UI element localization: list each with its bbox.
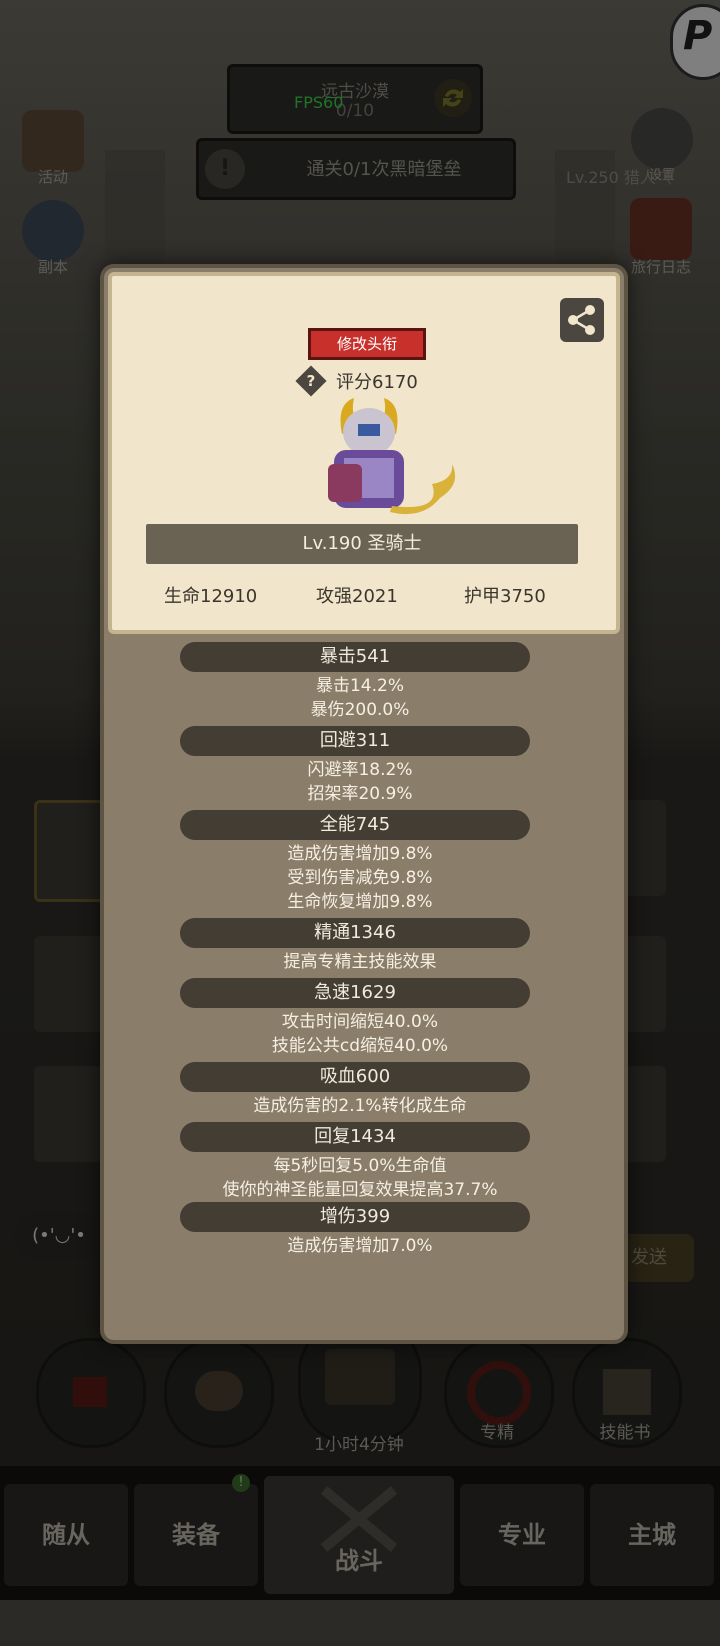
stat-line: 造成伤害增加9.8% — [287, 844, 433, 864]
stat-section-head: 回复1434 — [180, 1122, 530, 1152]
stat-line: 造成伤害的2.1%转化成生命 — [253, 1096, 467, 1116]
stat-line: 暴伤200.0% — [310, 700, 410, 720]
stat-line: 受到伤害减免9.8% — [287, 868, 433, 888]
help-icon[interactable]: ? — [295, 365, 327, 397]
score-row[interactable]: ? 评分6170 — [295, 365, 418, 397]
stat-line: 提高专精主技能效果 — [283, 952, 437, 972]
stat-line: 生命恢复增加9.8% — [287, 892, 433, 912]
stat-section-head: 精通1346 — [180, 918, 530, 948]
stat-line: 攻击时间缩短40.0% — [281, 1012, 438, 1032]
stat-line: 造成伤害增加7.0% — [287, 1236, 433, 1256]
share-button[interactable] — [560, 298, 604, 342]
score-value: 评分6170 — [336, 372, 418, 393]
level-class-bar: Lv.190 圣骑士 — [146, 524, 578, 564]
stat-line: 技能公共cd缩短40.0% — [271, 1036, 449, 1056]
stat-line: 招架率20.9% — [307, 784, 413, 804]
stat-section-head: 增伤399 — [180, 1202, 530, 1232]
stat-line: 闪避率18.2% — [307, 760, 413, 780]
stat-section-head: 急速1629 — [180, 978, 530, 1008]
stat-line: 使你的神圣能量回复效果提高37.7% — [222, 1180, 498, 1200]
stat-section-head: 全能745 — [180, 810, 530, 840]
stat-line: 暴击14.2% — [315, 676, 404, 696]
stat-hp: 生命12910 — [164, 586, 258, 607]
stat-section-head: 吸血600 — [180, 1062, 530, 1092]
share-icon — [568, 305, 595, 335]
paladin-avatar — [312, 394, 472, 522]
rename-title-button[interactable]: 修改头衔 — [308, 328, 426, 360]
stat-section-head: 暴击541 — [180, 642, 530, 672]
character-stats-panel: 修改头衔 ? 评分6170 Lv.190 圣骑士 生命12910 攻强2021 … — [100, 264, 628, 1344]
stat-armor: 护甲3750 — [464, 586, 546, 607]
stat-line: 每5秒回复5.0%生命值 — [273, 1156, 447, 1176]
stat-attack-power: 攻强2021 — [316, 586, 398, 607]
character-card: 修改头衔 ? 评分6170 Lv.190 圣骑士 生命12910 攻强2021 … — [108, 272, 620, 634]
stat-section-head: 回避311 — [180, 726, 530, 756]
